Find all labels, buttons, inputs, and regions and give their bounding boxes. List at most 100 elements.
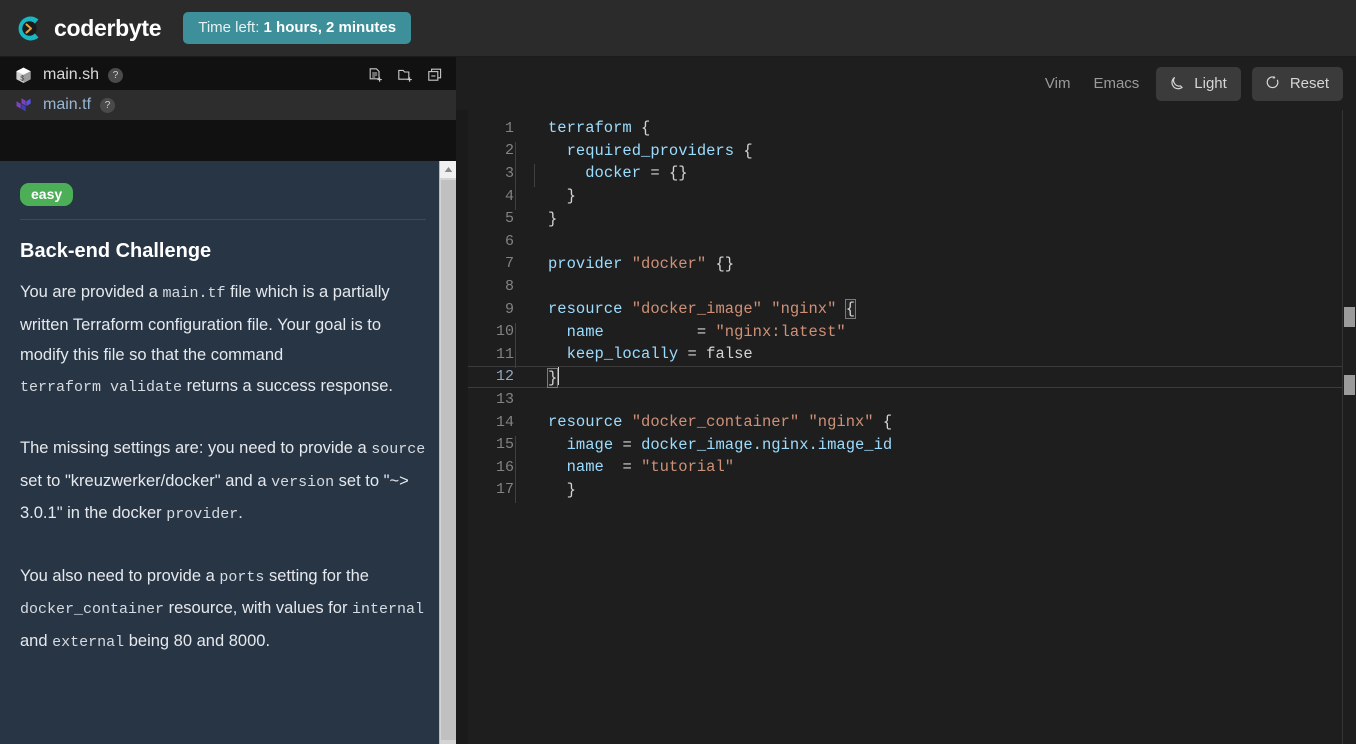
inline-code: terraform validate <box>20 378 183 396</box>
reset-label: Reset <box>1289 74 1329 92</box>
svg-text:$: $ <box>20 75 24 83</box>
code-line[interactable]: 11 keep_locally = false <box>468 343 1334 368</box>
line-number: 17 <box>495 481 514 499</box>
line-number: 16 <box>495 458 514 476</box>
code-line[interactable]: 2 required_providers { <box>468 140 1334 165</box>
reset-icon <box>1265 75 1281 91</box>
code-line[interactable]: 17 } <box>468 479 1334 504</box>
indent-guide <box>515 141 516 165</box>
code-line[interactable]: 8 <box>468 275 1334 298</box>
collapse-folders-icon[interactable] <box>427 67 444 84</box>
line-number: 15 <box>495 436 514 454</box>
code-line[interactable]: 9 resource "docker_image" "nginx" { <box>468 298 1334 321</box>
help-icon[interactable]: ? <box>100 97 116 113</box>
left-panel: $ main.sh ? main.tf ? easy Back-end Chal… <box>0 57 456 744</box>
line-number: 14 <box>495 413 514 431</box>
description-scrollbar[interactable] <box>439 161 456 744</box>
code-token: = <box>650 164 660 183</box>
paragraph-text: . <box>238 504 243 523</box>
code-line[interactable]: 16 name = "tutorial" <box>468 456 1334 481</box>
description-divider <box>20 219 426 221</box>
page-title: Back-end Challenge <box>20 240 212 263</box>
code-line[interactable]: 15 image = docker_image.nginx.image_id <box>468 433 1334 459</box>
reset-button[interactable]: Reset <box>1251 66 1343 101</box>
file-item-main-tf[interactable]: main.tf ? <box>0 90 456 120</box>
code-token: "docker_image" <box>631 300 762 319</box>
code-text: terraform { <box>514 119 650 137</box>
code-line[interactable]: 12} <box>468 365 1344 389</box>
code-token: "nginx" <box>808 413 874 432</box>
paragraph-text: and <box>20 631 53 650</box>
scroll-up-button[interactable] <box>440 161 456 178</box>
code-line[interactable]: 1 terraform { <box>468 117 1334 140</box>
scrollbar-thumb[interactable] <box>441 180 456 740</box>
text-cursor <box>558 366 560 385</box>
editor-scrollbar[interactable] <box>1342 110 1356 744</box>
code-line[interactable]: 6 <box>468 230 1334 253</box>
matching-bracket: } <box>546 367 559 388</box>
paragraph-text: returns a success response. <box>182 376 393 395</box>
code-line[interactable]: 4 } <box>468 185 1334 210</box>
file-name-label: main.tf <box>43 96 92 113</box>
challenge-description-content: easy Back-end Challenge You are provided… <box>0 161 456 658</box>
vim-mode-button[interactable]: Vim <box>1039 70 1077 97</box>
indent-guide <box>515 164 516 188</box>
code-text: } <box>514 210 557 228</box>
code-line[interactable]: 3 docker = {} <box>468 162 1334 188</box>
file-name-label: main.sh <box>43 66 100 83</box>
code-line[interactable]: 14 resource "docker_container" "nginx" { <box>468 411 1334 434</box>
theme-toggle-button[interactable]: Light <box>1156 66 1241 101</box>
line-number: 2 <box>504 142 514 160</box>
code-token: keep_locally <box>566 345 679 364</box>
code-text: keep_locally = false <box>514 345 753 368</box>
code-token: { <box>743 141 753 160</box>
paragraph-text: setting for the <box>264 566 369 585</box>
emacs-mode-button[interactable]: Emacs <box>1087 70 1145 97</box>
matching-bracket: { <box>844 299 857 320</box>
inline-code: external <box>52 633 125 651</box>
brand-logo[interactable]: coderbyte <box>12 12 162 45</box>
code-token: "tutorial" <box>641 458 735 477</box>
help-icon[interactable]: ? <box>108 67 124 83</box>
code-token: = <box>622 458 632 477</box>
code-token: = <box>622 435 632 454</box>
indent-guide <box>515 480 516 504</box>
paragraph-text: set to "kreuzwerker/docker" and a <box>20 471 272 490</box>
code-token: {} <box>668 164 688 183</box>
file-item-main-sh[interactable]: $ main.sh ? <box>0 60 456 90</box>
inline-code: ports <box>219 568 265 586</box>
scrollbar-marker <box>1344 307 1355 327</box>
code-text: name = "tutorial" <box>514 458 735 481</box>
code-token: docker <box>585 164 642 183</box>
code-line[interactable]: 5} <box>468 207 1334 230</box>
code-line[interactable]: 13 <box>468 388 1334 411</box>
code-line[interactable]: 7 provider "docker" {} <box>468 253 1334 276</box>
editor-toolbar: Vim Emacs Light Reset <box>456 57 1356 110</box>
code-token: required_providers <box>566 141 735 160</box>
line-number: 1 <box>504 119 514 137</box>
code-token: } <box>566 480 576 499</box>
code-token: false <box>706 345 753 364</box>
code-line[interactable]: 10 name = "nginx:latest" <box>468 320 1334 346</box>
new-folder-icon[interactable] <box>397 67 414 84</box>
new-file-icon[interactable] <box>367 67 384 84</box>
line-number: 7 <box>504 255 514 273</box>
code-token: { <box>882 413 893 432</box>
file-explorer: $ main.sh ? main.tf ? <box>0 57 456 161</box>
coderbyte-logo-icon <box>12 12 45 45</box>
code-text: name = "nginx:latest" <box>514 322 846 346</box>
code-token: = <box>696 322 707 341</box>
code-token: "docker_container" <box>631 413 800 432</box>
code-editor[interactable]: 1 terraform {2 required_providers {3 dock… <box>456 110 1356 744</box>
code-lines[interactable]: 1 terraform {2 required_providers {3 dock… <box>468 117 1344 504</box>
